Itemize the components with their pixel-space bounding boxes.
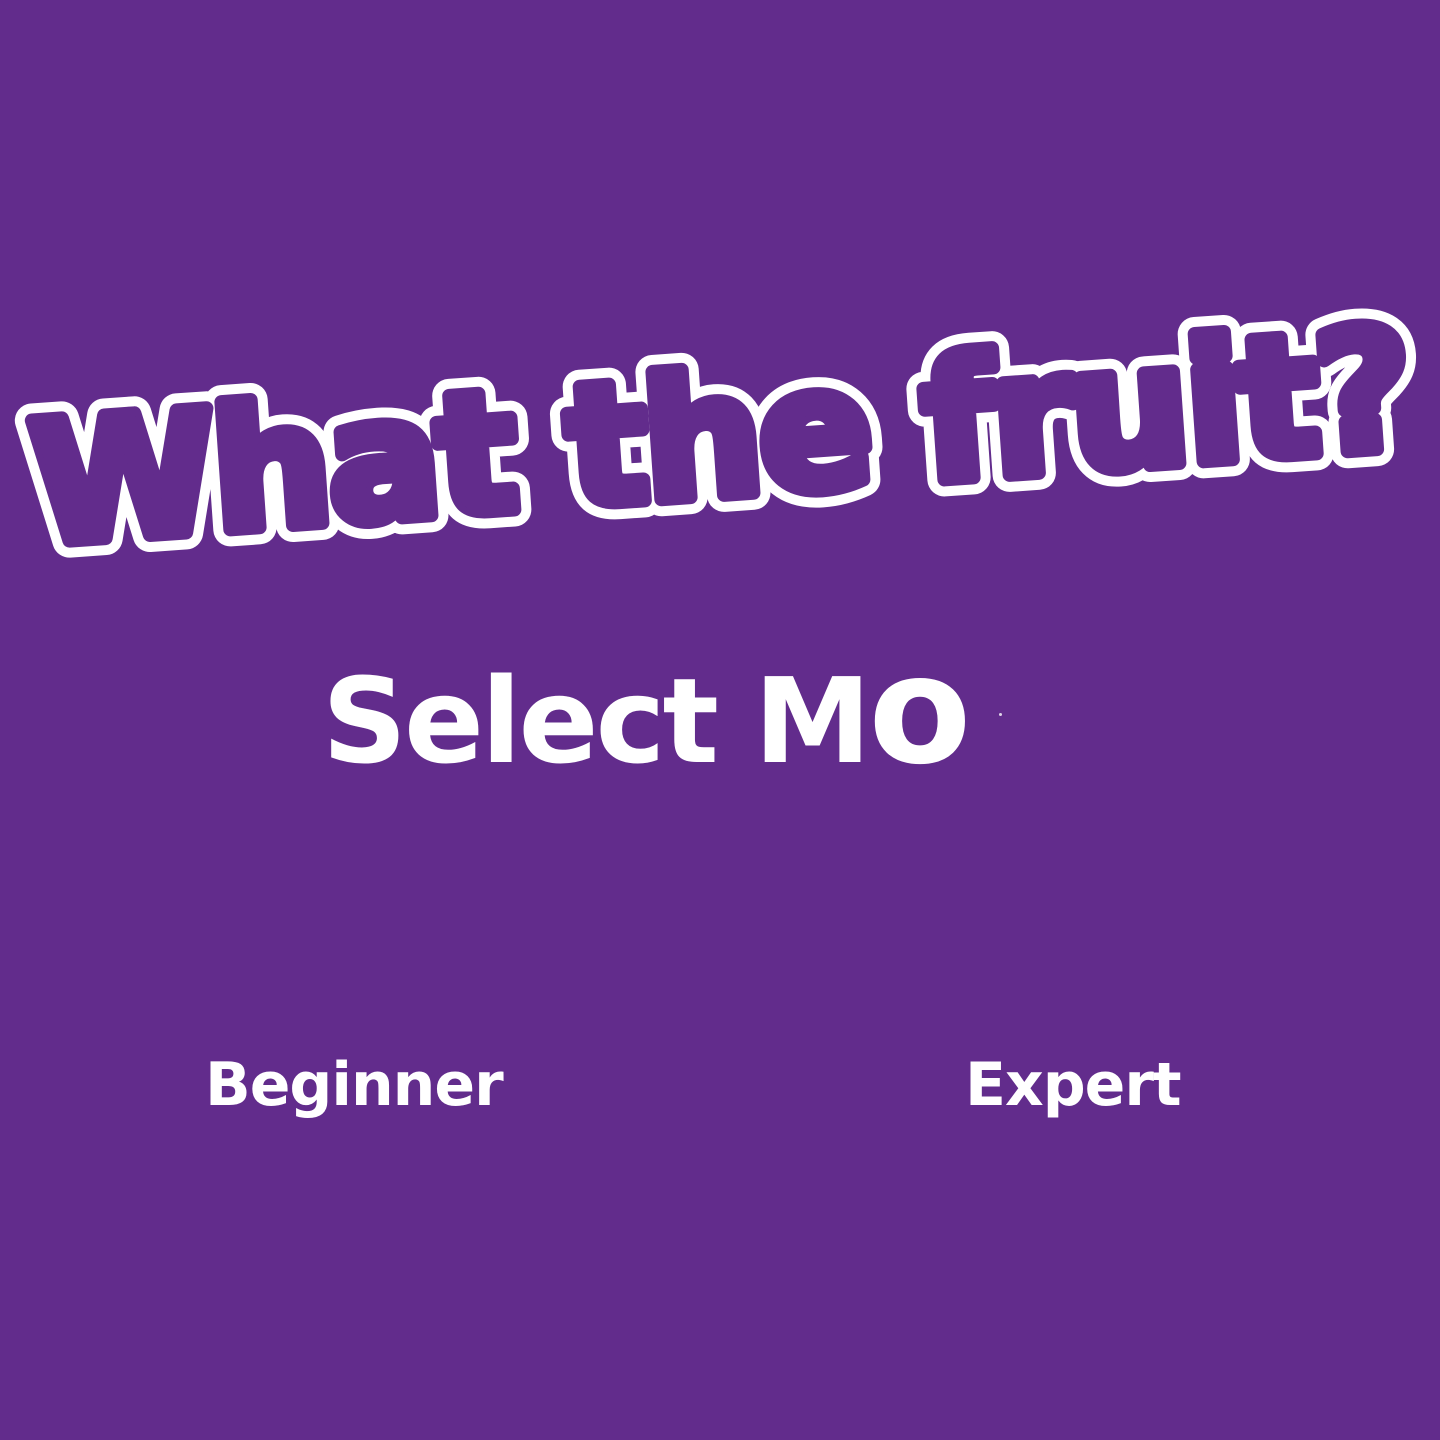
game-title: What the fruit? xyxy=(24,291,1415,583)
typing-cursor-dot xyxy=(999,713,1002,716)
expert-mode-button[interactable]: Expert xyxy=(965,1040,1182,1130)
select-mode-heading-main: Select M xyxy=(322,652,871,790)
game-logo-art: What the fruit? What the fruit? What the… xyxy=(7,274,1432,600)
mode-select-screen: What the fruit? What the fruit? What the… xyxy=(0,0,1440,1440)
game-logo: What the fruit? What the fruit? What the… xyxy=(7,274,1432,600)
select-mode-heading: Select Mo xyxy=(322,636,971,790)
beginner-mode-button[interactable]: Beginner xyxy=(205,1040,504,1130)
select-mode-heading-tail: o xyxy=(868,624,971,798)
